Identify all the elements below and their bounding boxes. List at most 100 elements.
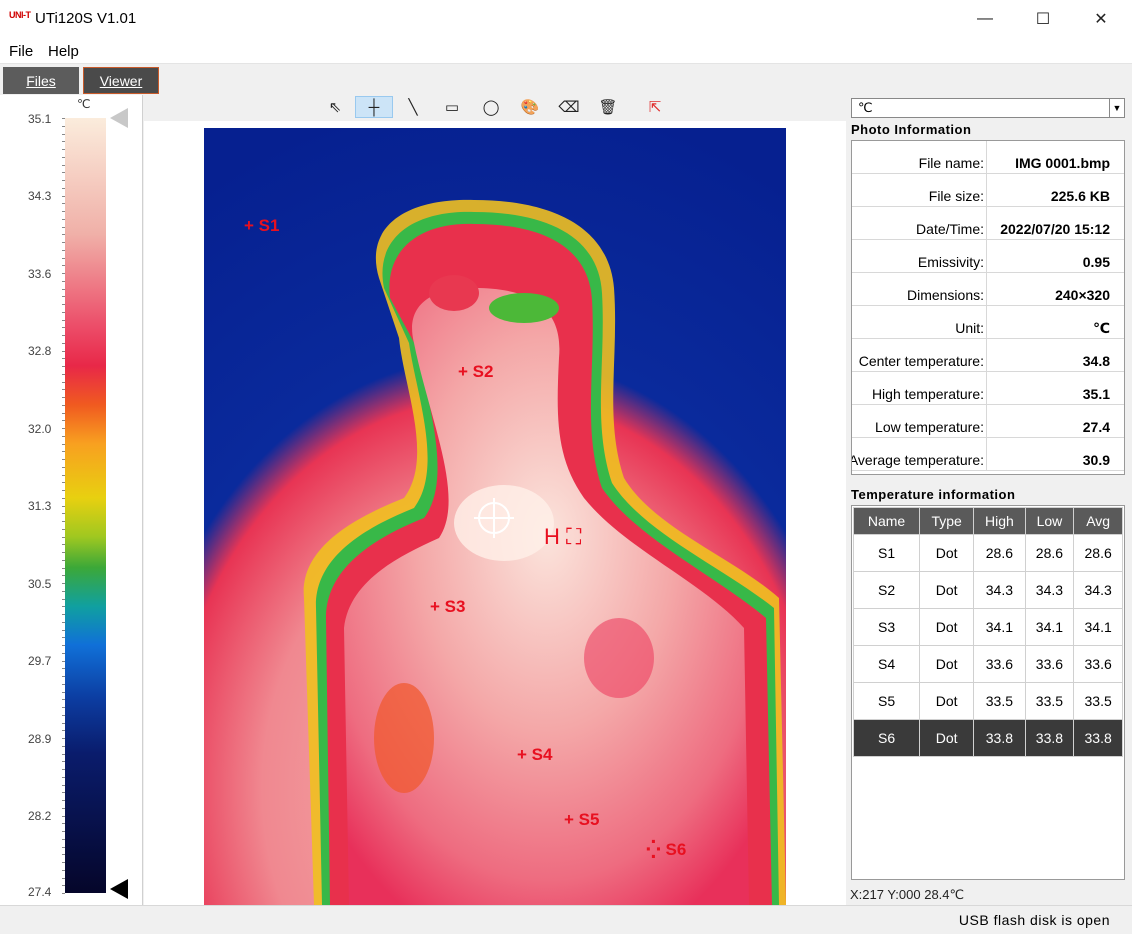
- chevron-down-icon[interactable]: ▼: [1109, 99, 1124, 117]
- scale-tick: 28.9: [28, 732, 52, 746]
- scale-tick: 27.4: [28, 885, 52, 899]
- cell-type: Dot: [919, 534, 975, 572]
- close-button[interactable]: ✕: [1072, 0, 1130, 38]
- photo-info-row: Average temperature: 30.9: [852, 438, 1124, 471]
- column-header-low[interactable]: Low: [1024, 507, 1075, 535]
- scale-minor-tick: [62, 838, 65, 840]
- cell-name: S4: [852, 645, 921, 683]
- scale-minor-tick: [62, 187, 65, 189]
- palette-icon[interactable]: 🎨: [511, 96, 549, 118]
- color-palette-bar: [65, 118, 106, 893]
- spot-marker-s1[interactable]: + S1: [244, 216, 279, 236]
- menu-help[interactable]: Help: [48, 43, 79, 60]
- table-row[interactable]: S3 Dot 34.1 34.1 34.1: [852, 608, 1123, 646]
- scale-tick: 35.1: [28, 112, 52, 126]
- cell-high: 34.1: [973, 608, 1026, 646]
- scale-minor-tick: [62, 257, 65, 259]
- scale-minor-tick: [62, 575, 65, 577]
- scale-minor-tick: [62, 482, 65, 484]
- spot-marker-s4[interactable]: + S4: [517, 745, 552, 765]
- cell-avg: 33.6: [1073, 645, 1123, 683]
- scale-tick: 34.3: [28, 189, 52, 203]
- eraser-icon[interactable]: ⌫: [550, 96, 588, 118]
- tab-viewer[interactable]: Viewer: [83, 67, 159, 94]
- column-header-type[interactable]: Type: [919, 507, 975, 535]
- scale-minor-tick: [62, 304, 65, 305]
- scale-minor-tick: [62, 668, 65, 670]
- cell-low: 28.6: [1024, 534, 1075, 572]
- scale-minor-tick: [62, 714, 65, 716]
- scale-minor-tick: [62, 125, 65, 127]
- scale-minor-tick: [62, 676, 65, 677]
- spot-marker-s5[interactable]: + S5: [564, 810, 599, 830]
- rectangle-tool-icon[interactable]: ▭: [433, 96, 471, 118]
- tab-files[interactable]: Files: [3, 67, 79, 94]
- scale-minor-tick: [62, 203, 65, 205]
- photo-info-value: 0.95: [1082, 254, 1110, 270]
- menu-file[interactable]: File: [9, 43, 33, 60]
- table-row[interactable]: S4 Dot 33.6 33.6 33.6: [852, 645, 1123, 683]
- cell-high: 34.3: [973, 571, 1026, 609]
- scale-minor-tick: [62, 249, 65, 251]
- column-header-name[interactable]: Name: [852, 507, 921, 535]
- spot-marker-s2[interactable]: + S2: [458, 362, 493, 382]
- scale-max-handle[interactable]: [110, 108, 128, 128]
- thermal-body-shape: [303, 199, 786, 905]
- scale-minor-tick: [62, 823, 65, 825]
- cell-type: Dot: [919, 608, 975, 646]
- cell-name: S5: [852, 682, 921, 720]
- maximize-button[interactable]: ☐: [1014, 0, 1072, 38]
- spot-marker-s6[interactable]: ⁛ S6: [646, 840, 686, 860]
- scale-minor-tick: [62, 226, 65, 228]
- scale-minor-tick: [62, 652, 65, 654]
- photo-info-list[interactable]: File name: IMG 0001.bmp File size: 225.6 K…: [851, 140, 1125, 475]
- scale-minor-tick: [62, 474, 65, 476]
- scale-minor-tick: [62, 722, 65, 724]
- table-row[interactable]: S5 Dot 33.5 33.5 33.5: [852, 682, 1123, 720]
- photo-info-value: IMG 0001.bmp: [1015, 155, 1110, 171]
- line-tool-icon[interactable]: ╲: [394, 96, 432, 118]
- photo-info-key: Dimensions:: [906, 287, 984, 303]
- table-row-selected[interactable]: S6 Dot 33.8 33.8 33.8: [852, 719, 1123, 757]
- scale-minor-tick: [62, 583, 65, 584]
- photo-info-value: 30.9: [1082, 452, 1110, 468]
- scale-minor-tick: [62, 776, 65, 778]
- scale-minor-tick: [62, 466, 65, 468]
- select-tool-icon[interactable]: ⇖: [316, 96, 354, 118]
- spot-marker-s3[interactable]: + S3: [430, 597, 465, 617]
- minimize-button[interactable]: —: [956, 0, 1014, 38]
- column-header-avg[interactable]: Avg: [1073, 507, 1123, 535]
- scale-minor-tick: [62, 428, 65, 429]
- table-row[interactable]: S2 Dot 34.3 34.3 34.3: [852, 571, 1123, 609]
- scale-min-handle[interactable]: [110, 879, 128, 899]
- scale-tick: 28.2: [28, 809, 52, 823]
- cell-avg: 33.5: [1073, 682, 1123, 720]
- scale-minor-tick: [62, 699, 65, 701]
- crosshair-tool-icon[interactable]: ┼: [355, 96, 393, 118]
- scale-minor-tick: [62, 373, 65, 375]
- circle-tool-icon[interactable]: ◯: [472, 96, 510, 118]
- scale-minor-tick: [62, 218, 65, 220]
- cell-low: 34.3: [1024, 571, 1075, 609]
- scale-minor-tick: [62, 606, 65, 608]
- cell-low: 34.1: [1024, 608, 1075, 646]
- scale-minor-tick: [62, 358, 65, 360]
- temp-info-table: Name Type High Low Avg S1 Dot 28.6 28.6 28.6…: [852, 507, 1123, 757]
- column-header-high[interactable]: High: [973, 507, 1026, 535]
- export-icon[interactable]: ⇱: [636, 96, 674, 118]
- photo-info-value: ℃: [1093, 320, 1110, 336]
- thermal-image[interactable]: + S1 + S2 + S3 + S4 + S5 ⁛ S6 H ⛶: [204, 128, 786, 905]
- cell-low: 33.8: [1024, 719, 1075, 757]
- scale-minor-tick: [62, 497, 65, 499]
- cell-high: 33.8: [973, 719, 1026, 757]
- scale-minor-tick: [62, 195, 65, 197]
- scale-minor-tick: [62, 792, 65, 794]
- unit-select[interactable]: ℃ ▼: [851, 98, 1125, 118]
- scale-minor-tick: [62, 490, 65, 491]
- delete-icon[interactable]: 🗑: [589, 96, 627, 118]
- menu-bar: File Help: [0, 40, 1132, 64]
- scale-minor-tick: [62, 335, 65, 336]
- table-row[interactable]: S1 Dot 28.6 28.6 28.6: [852, 534, 1123, 572]
- high-point-marker[interactable]: H ⛶: [544, 524, 581, 550]
- cell-high: 33.6: [973, 645, 1026, 683]
